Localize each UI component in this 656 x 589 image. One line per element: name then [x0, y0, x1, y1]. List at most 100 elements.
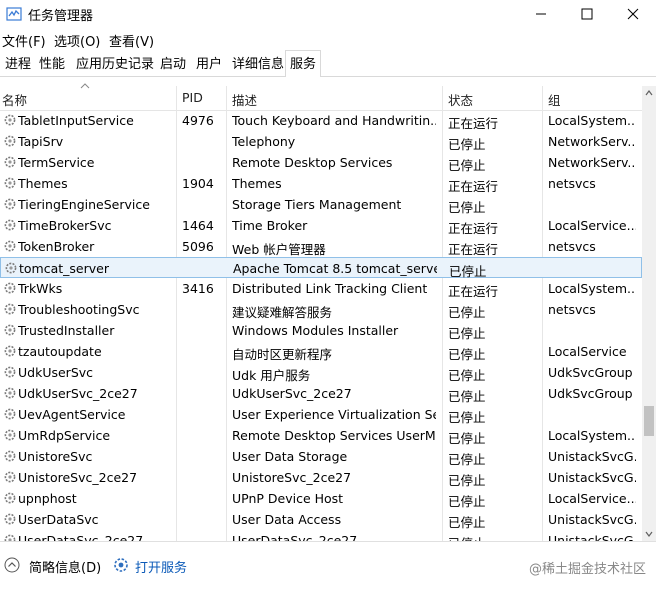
- service-status: 已停止: [448, 200, 486, 215]
- service-description: Telephony: [232, 134, 296, 149]
- service-group: UnistackSvcG...: [548, 512, 636, 527]
- service-gear-icon: [3, 218, 17, 232]
- table-row[interactable]: UdkUserSvc_2ce27 UdkUserSvc_2ce27 已停止 UdkSv…: [0, 383, 642, 404]
- table-row[interactable]: upnphost UPnP Device Host 已停止 LocalService.…: [0, 488, 642, 509]
- service-name: UmRdpService: [18, 428, 111, 443]
- service-gear-icon: [3, 323, 17, 337]
- service-name: TermService: [18, 155, 95, 170]
- tab-startup[interactable]: 启动: [155, 52, 191, 76]
- scroll-up-icon[interactable]: [642, 86, 656, 100]
- service-description: Remote Desktop Services: [232, 155, 393, 170]
- open-services-link[interactable]: 打开服务: [135, 557, 187, 576]
- service-description: Web 帐户管理器: [232, 242, 326, 257]
- service-group: LocalSystem...: [548, 281, 636, 296]
- column-status[interactable]: 状态: [448, 90, 473, 109]
- service-name: TabletInputService: [18, 113, 134, 128]
- service-gear-icon: [3, 155, 17, 169]
- tab-processes[interactable]: 进程: [0, 52, 36, 76]
- service-name: UdkUserSvc_2ce27: [18, 386, 138, 401]
- close-button[interactable]: [610, 0, 656, 28]
- service-group: LocalSystem...: [548, 428, 636, 443]
- table-row[interactable]: TieringEngineService Storage Tiers Manage…: [0, 194, 642, 215]
- service-status: 已停止: [448, 305, 486, 320]
- menu-options[interactable]: 选项(O): [54, 31, 100, 50]
- table-row[interactable]: UnistoreSvc_2ce27 UnistoreSvc_2ce27 已停止 Uni…: [0, 467, 642, 488]
- service-gear-icon: [3, 533, 17, 541]
- service-name: TimeBrokerSvc: [18, 218, 112, 233]
- table-row[interactable]: TermService Remote Desktop Services 已停止 Net…: [0, 152, 642, 173]
- tab-details[interactable]: 详细信息: [227, 52, 289, 76]
- table-row[interactable]: TapiSrv Telephony 已停止 NetworkServ...: [0, 131, 642, 152]
- table-row[interactable]: UnistoreSvc User Data Storage 已停止 UnistackS…: [0, 446, 642, 467]
- service-name: TokenBroker: [18, 239, 95, 254]
- tab-app-history[interactable]: 应用历史记录: [71, 52, 159, 76]
- table-row[interactable]: tomcat_server Apache Tomcat 8.5 tomcat_se…: [0, 257, 642, 279]
- service-description: UdkUserSvc_2ce27: [232, 386, 352, 401]
- service-gear-icon: [3, 365, 17, 379]
- service-pid: 5096: [182, 239, 214, 254]
- table-row[interactable]: TrkWks 3416 Distributed Link Tracking Clie…: [0, 278, 642, 299]
- service-status: 已停止: [448, 389, 486, 404]
- scroll-down-icon[interactable]: [642, 527, 656, 541]
- column-group[interactable]: 组: [548, 90, 561, 109]
- service-name: UevAgentService: [18, 407, 126, 422]
- service-description: Windows Modules Installer: [232, 323, 399, 338]
- table-row[interactable]: TokenBroker 5096 Web 帐户管理器 正在运行 netsvcs: [0, 236, 642, 257]
- minimize-icon: [536, 13, 546, 15]
- table-row[interactable]: UserDataSvc_2ce27 UserDataSvc_2ce27 已停止 Uni…: [0, 530, 642, 541]
- table-row[interactable]: TabletInputService 4976 Touch Keyboard and…: [0, 110, 642, 131]
- service-gear-icon: [3, 428, 17, 442]
- service-description: 建议疑难解答服务: [232, 305, 333, 320]
- service-status: 已停止: [448, 158, 486, 173]
- service-gear-icon: [3, 302, 17, 316]
- table-row[interactable]: Themes 1904 Themes 正在运行 netsvcs: [0, 173, 642, 194]
- service-group: UdkSvcGroup: [548, 365, 633, 380]
- service-description: User Data Access: [232, 512, 342, 527]
- tab-services[interactable]: 服务: [285, 50, 322, 77]
- service-gear-icon: [3, 344, 17, 358]
- service-status: 正在运行: [448, 179, 499, 194]
- tab-users[interactable]: 用户: [191, 52, 227, 76]
- service-status: 正在运行: [448, 116, 499, 131]
- maximize-button[interactable]: [564, 0, 610, 28]
- service-gear-icon: [3, 449, 17, 463]
- brief-info-link[interactable]: 简略信息(D): [29, 557, 101, 576]
- service-description: UnistoreSvc_2ce27: [232, 470, 352, 485]
- table-row[interactable]: UdkUserSvc Udk 用户服务 已停止 UdkSvcGroup: [0, 362, 642, 383]
- column-name[interactable]: 名称: [2, 90, 27, 109]
- service-group: netsvcs: [548, 176, 596, 191]
- service-group: UdkSvcGroup: [548, 386, 633, 401]
- service-name: UserDataSvc_2ce27: [18, 533, 144, 541]
- column-description[interactable]: 描述: [232, 90, 257, 109]
- service-status: 已停止: [448, 431, 486, 446]
- service-gear-icon: [3, 197, 17, 211]
- service-status: 已停止: [448, 494, 486, 509]
- table-row[interactable]: UserDataSvc User Data Access 已停止 UnistackSv…: [0, 509, 642, 530]
- service-name: TieringEngineService: [18, 197, 150, 212]
- menu-file[interactable]: 文件(F): [2, 31, 46, 50]
- collapse-up-icon[interactable]: [4, 557, 20, 573]
- tab-bar: 进程 性能 应用历史记录 启动 用户 详细信息 服务: [0, 50, 656, 77]
- table-row[interactable]: UmRdpService Remote Desktop Services User…: [0, 425, 642, 446]
- service-pid: 1904: [182, 176, 214, 191]
- service-group: netsvcs: [548, 239, 596, 254]
- service-status: 正在运行: [448, 221, 499, 236]
- maximize-icon: [581, 8, 593, 20]
- minimize-button[interactable]: [518, 0, 564, 28]
- service-description: Distributed Link Tracking Client: [232, 281, 428, 296]
- service-gear-icon: [3, 113, 17, 127]
- service-gear-icon: [3, 407, 17, 421]
- vertical-scrollbar[interactable]: [642, 86, 656, 541]
- table-row[interactable]: tzautoupdate 自动时区更新程序 已停止 LocalService: [0, 341, 642, 362]
- service-group: LocalSystem...: [548, 113, 636, 128]
- service-group: LocalService: [548, 344, 627, 359]
- table-row[interactable]: TroubleshootingSvc 建议疑难解答服务 已停止 netsvcs: [0, 299, 642, 320]
- table-row[interactable]: TimeBrokerSvc 1464 Time Broker 正在运行 LocalSer…: [0, 215, 642, 236]
- column-pid[interactable]: PID: [182, 90, 203, 105]
- table-row[interactable]: UevAgentService User Experience Virtualiz…: [0, 404, 642, 425]
- scroll-thumb[interactable]: [644, 406, 654, 436]
- menu-bar: 文件(F) 选项(O) 查看(V): [0, 28, 656, 50]
- table-row[interactable]: TrustedInstaller Windows Modules Installe…: [0, 320, 642, 341]
- menu-view[interactable]: 查看(V): [109, 31, 154, 50]
- tab-performance[interactable]: 性能: [34, 52, 70, 76]
